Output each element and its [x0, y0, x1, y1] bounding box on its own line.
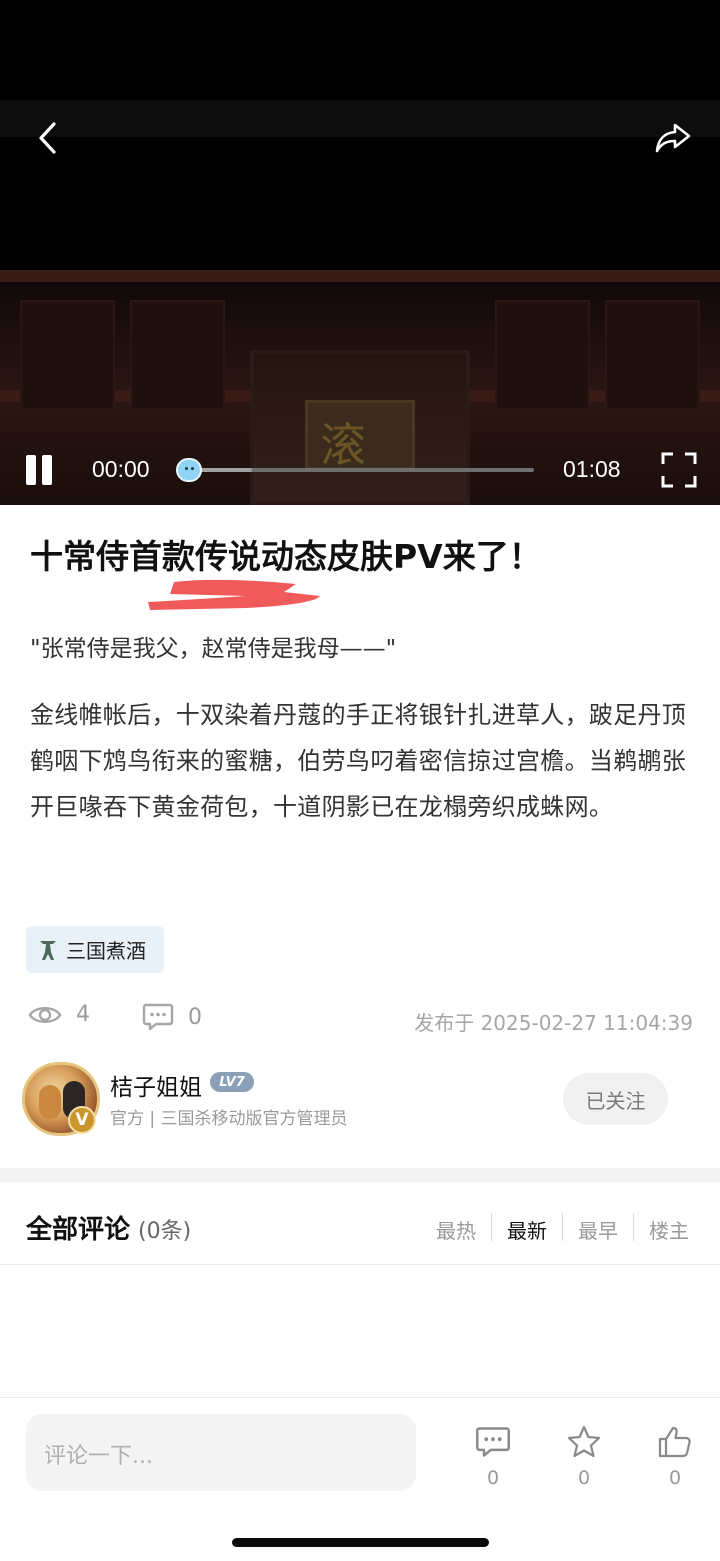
pause-icon [42, 455, 52, 485]
video-player[interactable]: 滚 00:00 01:08 [0, 0, 720, 505]
post-quote: "张常侍是我父，赵常侍是我母——" [30, 636, 397, 662]
like-button[interactable]: 0 [645, 1425, 705, 1495]
topic-tag[interactable]: 三国煮酒 [26, 926, 164, 973]
comments-count: (0条) [138, 1219, 192, 1244]
video-top-band [0, 100, 720, 137]
view-count-value: 4 [76, 1002, 90, 1027]
topic-tag-label: 三国煮酒 [66, 939, 146, 963]
sort-op-only[interactable]: 楼主 [649, 1215, 689, 1244]
avatar-cat [39, 1085, 61, 1119]
level-badge: LV7 [210, 1072, 254, 1092]
section-divider [0, 1168, 720, 1182]
comments-title: 全部评论 [26, 1215, 131, 1245]
comment-input[interactable]: 评论一下... [26, 1414, 416, 1491]
thumbs-up-icon [658, 1426, 691, 1458]
post-stats: 4 0 发布于 2025-02-27 11:04:39 [0, 1000, 720, 1040]
sort-separator [491, 1213, 492, 1241]
post-title: 十常侍首款传说动态皮肤PV来了！ [30, 537, 542, 576]
author-card: V 桔子姐姐 LV7 官方 | 三国杀移动版官方管理员 已关注 [0, 1060, 720, 1140]
favorite-button[interactable]: 0 [554, 1425, 614, 1495]
scene-panel [130, 300, 225, 410]
comment-input-placeholder: 评论一下... [44, 1444, 153, 1469]
comments-header: 全部评论 (0条) 最热 最新 最早 楼主 [0, 1205, 720, 1251]
chevron-left-icon [39, 122, 56, 154]
verified-badge: V [68, 1106, 96, 1134]
scene-panel [605, 300, 700, 410]
comment-icon [476, 1427, 510, 1457]
scene-panel [20, 300, 115, 410]
sort-oldest[interactable]: 最早 [578, 1215, 618, 1244]
comments-divider [0, 1264, 720, 1265]
current-time: 00:00 [92, 456, 150, 482]
like-count: 0 [668, 1467, 682, 1489]
sort-newest[interactable]: 最新 [507, 1215, 547, 1244]
video-controls: 00:00 01:08 [0, 445, 720, 495]
eye-icon [28, 1006, 62, 1023]
redaction-mark [148, 579, 320, 610]
sort-separator [562, 1213, 563, 1241]
comment-count-value: 0 [188, 1004, 202, 1030]
comment-count[interactable]: 0 [142, 1002, 202, 1032]
comment-action-button[interactable]: 0 [463, 1425, 523, 1495]
progress-thumb[interactable] [176, 458, 202, 482]
share-icon [655, 123, 691, 153]
pause-icon [26, 455, 36, 485]
fullscreen-button[interactable] [660, 451, 698, 489]
scene-beam [0, 270, 720, 282]
home-indicator [232, 1538, 489, 1547]
star-icon [567, 1425, 601, 1458]
sort-separator [633, 1213, 634, 1241]
author-role: 官方 | 三国杀移动版官方管理员 [110, 1109, 348, 1129]
post-body: 金线帷帐后，十双染着丹蔻的手正将银针扎进草人，跛足丹顶鹤咽下鸩鸟衔来的蜜糖，伯劳… [30, 701, 687, 821]
progress-track[interactable] [176, 458, 534, 482]
fullscreen-icon [661, 452, 697, 488]
author-name[interactable]: 桔子姐姐 [110, 1068, 202, 1102]
comment-icon [142, 1003, 174, 1031]
view-count: 4 [28, 1002, 90, 1027]
bronze-vessel-icon [40, 940, 56, 960]
total-time: 01:08 [563, 456, 621, 482]
sort-hot[interactable]: 最热 [436, 1215, 476, 1244]
pause-button[interactable] [22, 453, 58, 489]
favorite-count: 0 [577, 1467, 591, 1489]
publish-time: 发布于 2025-02-27 11:04:39 [414, 1011, 693, 1035]
comment-action-count: 0 [486, 1467, 500, 1489]
follow-button[interactable]: 已关注 [563, 1073, 668, 1125]
scene-panel [495, 300, 590, 410]
share-button[interactable] [650, 118, 696, 158]
back-button[interactable] [28, 118, 68, 158]
bottom-bar-divider [0, 1397, 720, 1398]
